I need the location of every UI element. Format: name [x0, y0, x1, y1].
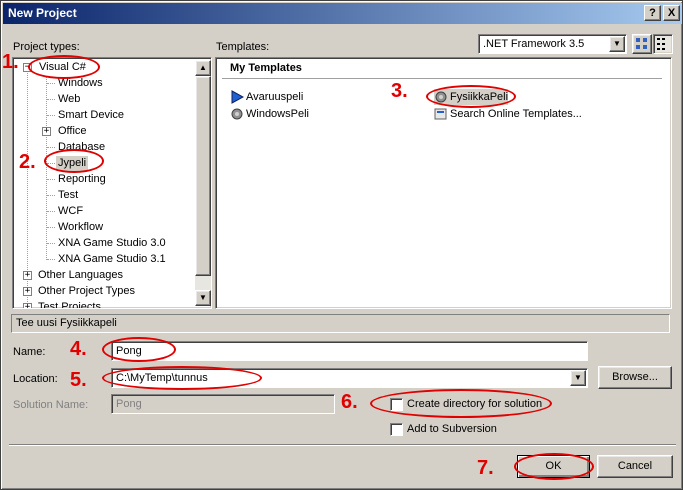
window-title: New Project [8, 6, 77, 20]
tree-branch [47, 83, 55, 84]
project-types-label: Project types: [13, 41, 80, 53]
template-description: Tee uusi Fysiikkapeli [11, 314, 670, 333]
name-label: Name: [13, 346, 46, 358]
tree-item-reporting[interactable]: Reporting [56, 172, 108, 187]
play-icon [231, 90, 244, 104]
templates-label: Templates: [216, 41, 270, 53]
large-icons-view-button[interactable] [632, 34, 652, 54]
framework-select[interactable]: .NET Framework 3.5 [478, 34, 627, 54]
tree-item-other-project-types[interactable]: Other Project Types [36, 284, 137, 299]
gear-icon [231, 108, 243, 120]
template-label: Avaruuspeli [246, 91, 304, 103]
annotation-3: 3. [391, 80, 408, 102]
annotation-1: 1. [2, 51, 19, 73]
annotation-6: 6. [341, 391, 358, 413]
search-online-icon [434, 108, 447, 120]
framework-value: .NET Framework 3.5 [483, 38, 585, 50]
tree-item-xna-31[interactable]: XNA Game Studio 3.1 [56, 252, 168, 267]
scroll-down-icon[interactable]: ▼ [195, 290, 211, 306]
expand-icon[interactable]: + [23, 303, 32, 308]
tree-branch [47, 227, 55, 228]
tree-guide-line [46, 76, 47, 260]
browse-button[interactable]: Browse... [598, 366, 672, 389]
annotation-7: 7. [477, 457, 494, 479]
annotation-ellipse [102, 337, 176, 362]
tree-item-xna-30[interactable]: XNA Game Studio 3.0 [56, 236, 168, 251]
expand-icon[interactable]: + [23, 287, 32, 296]
title-bar[interactable]: New Project ? X [3, 3, 682, 24]
section-divider [222, 78, 662, 79]
tree-branch [47, 211, 55, 212]
chevron-down-icon[interactable]: ▼ [570, 370, 586, 386]
list-view-icon [657, 38, 665, 50]
expand-icon[interactable]: + [23, 271, 32, 280]
annotation-4: 4. [70, 338, 87, 360]
annotation-ellipse [426, 85, 516, 108]
tree-branch [47, 243, 55, 244]
expand-icon[interactable]: + [42, 127, 51, 136]
template-label: WindowsPeli [246, 108, 309, 120]
tree-branch [47, 259, 55, 260]
tree-item-wcf[interactable]: WCF [56, 204, 85, 219]
subversion-checkbox[interactable] [390, 423, 403, 436]
tree-branch [47, 147, 55, 148]
tree-item-office[interactable]: Office [56, 124, 89, 139]
template-search-online[interactable]: Search Online Templates... [434, 106, 582, 122]
tree-item-test-projects[interactable]: Test Projects [36, 300, 103, 308]
tree-item-workflow[interactable]: Workflow [56, 220, 105, 235]
small-icons-view-button[interactable] [653, 34, 673, 54]
template-label: Search Online Templates... [450, 108, 582, 120]
footer-separator [9, 444, 676, 446]
tree-item-smart-device[interactable]: Smart Device [56, 108, 126, 123]
annotation-ellipse [44, 149, 104, 173]
close-button[interactable]: X [663, 5, 680, 21]
annotation-ellipse [370, 389, 552, 418]
tree-item-web[interactable]: Web [56, 92, 82, 107]
my-templates-heading: My Templates [230, 62, 302, 74]
cancel-button[interactable]: Cancel [597, 455, 673, 478]
help-button[interactable]: ? [644, 5, 661, 21]
template-avaruuspeli[interactable]: Avaruuspeli [230, 89, 303, 105]
tree-branch [47, 115, 55, 116]
annotation-ellipse [28, 55, 100, 79]
annotation-ellipse [514, 453, 594, 480]
solution-name-label: Solution Name: [13, 399, 89, 411]
template-windowspeli[interactable]: WindowsPeli [230, 106, 309, 122]
subversion-label: Add to Subversion [407, 423, 497, 435]
new-project-dialog: New Project ? X Project types: − Visual … [0, 0, 683, 490]
scroll-up-icon[interactable]: ▲ [195, 60, 211, 76]
annotation-ellipse [102, 366, 262, 390]
project-types-tree[interactable]: − Visual C# Windows Web Smart Device + O… [12, 57, 212, 309]
location-label: Location: [13, 373, 58, 385]
annotation-2: 2. [19, 151, 36, 173]
tree-branch [47, 99, 55, 100]
tree-branch [47, 179, 55, 180]
scroll-thumb[interactable] [195, 76, 211, 276]
tree-item-other-languages[interactable]: Other Languages [36, 268, 125, 283]
annotation-5: 5. [70, 369, 87, 391]
solution-name-input[interactable]: Pong [111, 394, 335, 414]
name-input[interactable]: Pong [111, 341, 588, 361]
tree-item-test[interactable]: Test [56, 188, 80, 203]
tree-branch [47, 195, 55, 196]
large-icons-icon [636, 38, 647, 49]
chevron-down-icon[interactable]: ▼ [609, 36, 625, 52]
